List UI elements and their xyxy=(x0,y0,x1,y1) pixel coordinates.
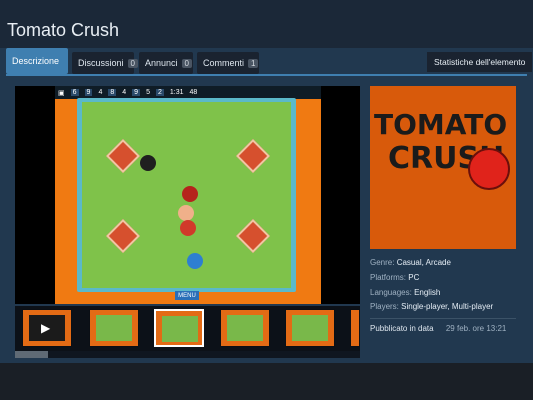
count-badge: 0 xyxy=(181,58,192,68)
stats-button[interactable]: Statistiche dell'elemento xyxy=(427,52,533,72)
hud-value: 8 xyxy=(108,89,117,96)
thumbnail[interactable] xyxy=(220,309,270,347)
tomato-player xyxy=(182,186,198,202)
platforms-value: PC xyxy=(408,273,420,282)
tab-discussioni[interactable]: Discussioni 0 xyxy=(72,52,138,74)
thumbnail-scrollbar[interactable] xyxy=(15,351,360,358)
hud-value: 2 xyxy=(155,89,164,96)
tomato-player xyxy=(178,205,194,221)
genre-row: Genre: Casual, Arcade xyxy=(370,258,451,267)
thumbnail-partial[interactable] xyxy=(350,309,360,347)
tomato-player xyxy=(140,155,156,171)
thumbnail-inner xyxy=(292,315,328,341)
hud-player-icon: ▣ xyxy=(58,89,65,97)
bottom-band xyxy=(0,363,533,400)
hud-value: 6 xyxy=(70,89,79,96)
tab-label: Commenti xyxy=(203,58,245,68)
hud-time: 1:31 xyxy=(169,89,184,96)
tab-commenti[interactable]: Commenti 1 xyxy=(197,52,259,74)
tab-label: Descrizione xyxy=(12,56,60,66)
hud-value: 9 xyxy=(84,89,93,96)
page-title: Tomato Crush xyxy=(7,20,120,40)
tab-label: Annunci xyxy=(145,58,178,68)
players-row: Players: Single-player, Multi-player xyxy=(370,302,493,311)
thumbnail-selected[interactable] xyxy=(154,309,204,347)
count-badge: 0 xyxy=(127,58,138,68)
languages-row: Languages: English xyxy=(370,288,440,297)
play-icon: ▶ xyxy=(41,321,51,335)
header: Tomato Crush xyxy=(0,0,533,48)
genre-value[interactable]: Casual, Arcade xyxy=(397,258,451,267)
thumbnail-inner xyxy=(162,316,198,342)
count-badge: 1 xyxy=(248,58,259,68)
languages-label: Languages: xyxy=(370,288,412,297)
scrollbar-thumb[interactable] xyxy=(15,351,48,358)
tomato-mascot-icon xyxy=(468,148,510,190)
logo-text: TOMATO xyxy=(374,108,508,141)
tab-underline xyxy=(6,74,527,76)
published-row: Pubblicato in data 29 feb. ore 13:21 xyxy=(370,324,506,333)
platforms-row: Platforms: PC xyxy=(370,273,419,282)
published-date: 29 feb. ore 13:21 xyxy=(445,324,507,333)
hud-value: 5 xyxy=(146,89,150,96)
game-capsule-image: TOMATO CRUSH xyxy=(370,86,516,249)
tab-label: Discussioni xyxy=(78,58,124,68)
thumbnail-inner xyxy=(227,315,263,341)
hud-value: 4 xyxy=(122,89,127,96)
thumbnail-video[interactable]: ▶ xyxy=(22,309,72,347)
players-label: Players: xyxy=(370,302,399,311)
published-label: Pubblicato in data xyxy=(370,324,434,333)
languages-value: English xyxy=(414,288,441,297)
divider xyxy=(370,318,516,319)
players-value: Single-player, Multi-player xyxy=(401,302,494,311)
genre-label: Genre: xyxy=(370,258,395,267)
platforms-label: Platforms: xyxy=(370,273,407,282)
hud-score: 48 xyxy=(189,89,198,96)
tab-descrizione[interactable]: Descrizione xyxy=(6,48,68,74)
thumbnail-inner xyxy=(96,315,132,341)
hud-value: 9 xyxy=(132,89,141,96)
hud-value: 4 xyxy=(98,89,103,96)
tomato-player xyxy=(180,220,196,236)
tomato-player xyxy=(187,253,203,269)
thumbnail[interactable] xyxy=(285,309,335,347)
tab-annunci[interactable]: Annunci 0 xyxy=(139,52,193,74)
thumbnail[interactable] xyxy=(89,309,139,347)
game-menu-button: MENU xyxy=(175,291,199,300)
